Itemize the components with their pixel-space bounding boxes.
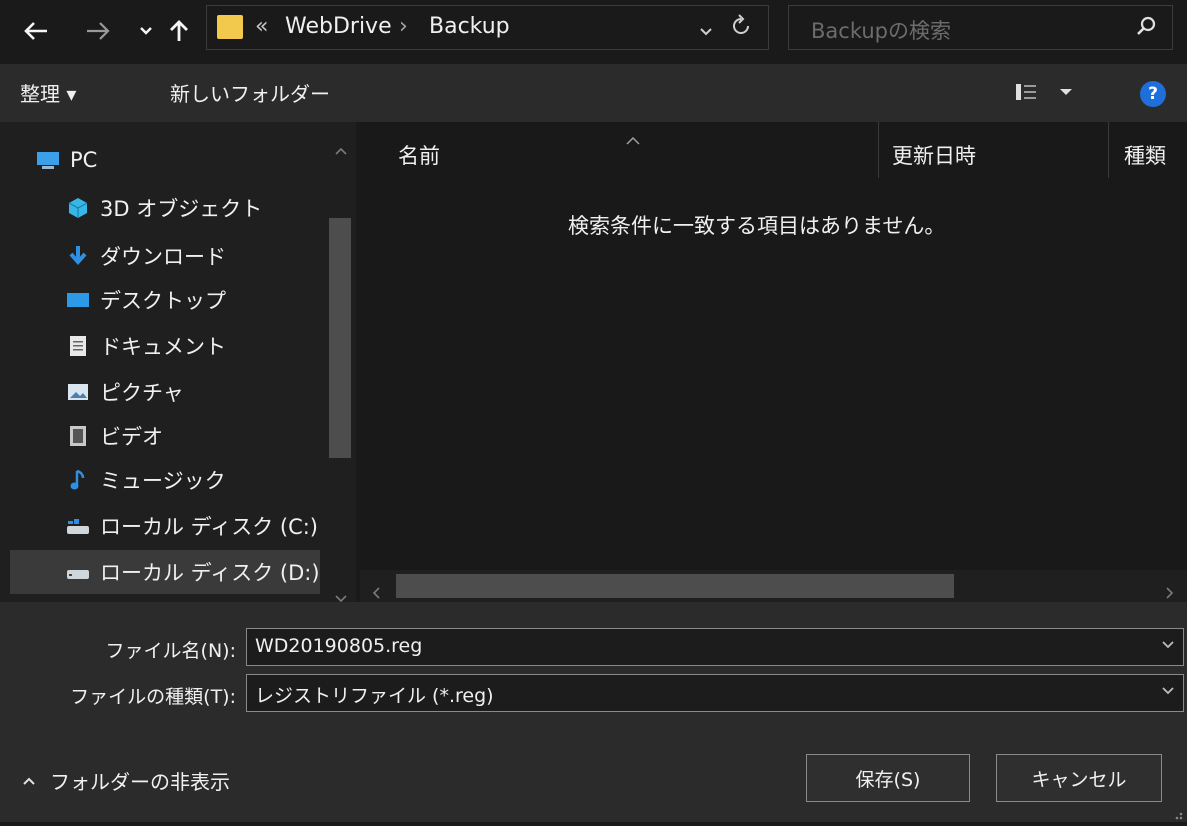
nav-item-label: ローカル ディスク (D:): [100, 561, 320, 585]
up-arrow-icon[interactable]: [164, 8, 194, 54]
nav-scrollbar[interactable]: [326, 122, 356, 603]
scroll-up-arrow-icon[interactable]: [335, 136, 347, 160]
column-header-name[interactable]: 名前: [398, 140, 440, 170]
save-options-panel: ファイル名(N): WD20190805.reg ファイルの種類(T): レジス…: [0, 602, 1187, 822]
video-icon: [66, 426, 90, 446]
back-arrow-icon[interactable]: [18, 8, 54, 54]
search-icon[interactable]: [1135, 15, 1157, 42]
search-box[interactable]: Backupの検索: [788, 5, 1173, 50]
column-divider[interactable]: [878, 122, 879, 178]
documents-icon: [66, 336, 90, 356]
empty-folder-message: 検索条件に一致する項目はありません。: [568, 214, 946, 238]
scroll-right-arrow-icon[interactable]: [1166, 580, 1174, 604]
nav-item-label: ビデオ: [100, 425, 163, 449]
3d-objects-icon: [66, 198, 90, 218]
breadcrumb-backup[interactable]: Backup: [429, 14, 510, 39]
organize-menu-button[interactable]: 整理 ▾: [20, 78, 76, 107]
resize-grip-icon[interactable]: [1168, 802, 1184, 826]
hide-folders-toggle[interactable]: フォルダーの非表示: [22, 766, 230, 795]
address-dropdown-chevron-icon[interactable]: [699, 18, 713, 42]
hide-folders-label: フォルダーの非表示: [50, 770, 230, 794]
nav-item-pc[interactable]: PC: [36, 140, 356, 180]
save-button[interactable]: 保存(S): [806, 754, 970, 802]
folder-icon: [217, 15, 243, 39]
local-disk-c-icon: [66, 516, 90, 536]
address-bar-row: « WebDrive › Backup Backupの検索: [0, 0, 1187, 64]
sort-ascending-icon: [626, 126, 640, 150]
forward-arrow-icon[interactable]: [80, 8, 116, 54]
pc-icon: [36, 150, 60, 170]
breadcrumb-webdrive[interactable]: WebDrive: [285, 14, 392, 39]
view-options-icon[interactable]: [1014, 81, 1078, 108]
address-box[interactable]: « WebDrive › Backup: [206, 5, 769, 50]
navigation-pane: PC 3D オブジェクト ダウンロード デスクトップ ドキュメント ピクチャ ビ…: [0, 122, 356, 603]
nav-item-label: ピクチャ: [100, 381, 184, 405]
filename-label: ファイル名(N):: [105, 640, 236, 662]
pictures-icon: [66, 382, 90, 402]
refresh-icon[interactable]: [731, 14, 751, 41]
new-folder-button[interactable]: 新しいフォルダー: [170, 78, 330, 107]
nav-item-label: ドキュメント: [100, 335, 226, 359]
filename-dropdown-chevron-icon[interactable]: [1161, 635, 1175, 654]
search-input[interactable]: Backupの検索: [811, 15, 951, 45]
horizontal-scrollbar[interactable]: [360, 570, 1187, 602]
column-header-type[interactable]: 種類: [1124, 140, 1166, 170]
filetype-dropdown-chevron-icon[interactable]: [1161, 681, 1175, 700]
nav-item-label: ダウンロード: [100, 245, 226, 269]
recent-locations-chevron-icon[interactable]: [134, 8, 158, 54]
nav-item-label: PC: [70, 148, 98, 172]
music-icon: [66, 469, 90, 490]
filetype-select[interactable]: レジストリファイル (*.reg): [246, 674, 1184, 712]
chevron-up-icon: [22, 776, 36, 786]
horizontal-scrollbar-thumb[interactable]: [396, 574, 954, 598]
filename-input[interactable]: WD20190805.reg: [255, 635, 422, 657]
column-divider[interactable]: [1108, 122, 1109, 178]
download-icon: [66, 246, 90, 266]
filetype-value: レジストリファイル (*.reg): [255, 685, 494, 707]
filetype-label: ファイルの種類(T):: [70, 686, 236, 708]
desktop-icon: [66, 290, 90, 310]
nav-item-label: ローカル ディスク (C:): [100, 515, 319, 539]
help-icon[interactable]: ?: [1140, 81, 1166, 107]
nav-item-label: 3D オブジェクト: [100, 197, 263, 221]
filename-field[interactable]: WD20190805.reg: [246, 628, 1184, 666]
local-disk-d-icon: [66, 562, 90, 582]
breadcrumb-separator: ›: [399, 14, 408, 39]
cancel-button[interactable]: キャンセル: [996, 754, 1162, 802]
breadcrumb-overflow[interactable]: «: [255, 14, 268, 39]
scroll-left-arrow-icon[interactable]: [372, 580, 380, 604]
nav-item-label: ミュージック: [100, 469, 226, 493]
nav-item-label: デスクトップ: [100, 289, 226, 313]
column-header-modified[interactable]: 更新日時: [892, 140, 976, 170]
file-list-pane: 名前 更新日時 種類 検索条件に一致する項目はありません。: [360, 122, 1187, 602]
command-toolbar: 整理 ▾ 新しいフォルダー ?: [0, 64, 1187, 122]
nav-scrollbar-thumb[interactable]: [329, 218, 351, 458]
